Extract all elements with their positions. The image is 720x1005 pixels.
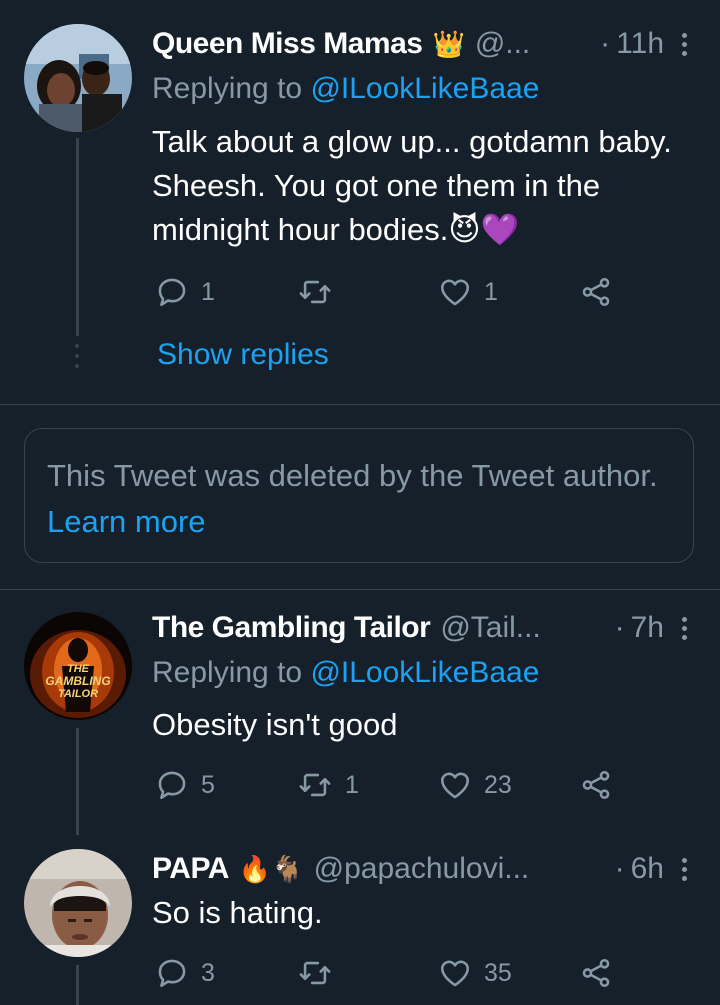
separator-dot: ·	[614, 852, 625, 885]
more-options-icon[interactable]	[676, 849, 692, 889]
tweet-text: Obesity isn't good	[152, 707, 398, 742]
divider	[0, 404, 720, 405]
retweet-icon	[299, 961, 331, 985]
retweet-count: 1	[345, 770, 359, 799]
like-button[interactable]: 35	[438, 953, 512, 993]
display-name[interactable]: Queen Miss Mamas	[152, 27, 423, 61]
reply-button[interactable]: 1	[155, 272, 215, 312]
thread-dots	[73, 344, 81, 374]
reply-button[interactable]: 3	[155, 953, 215, 993]
tweet-header: Queen Miss Mamas 👑 @... · 11h	[152, 24, 664, 64]
thread-line	[76, 138, 79, 336]
tweet-text: Talk about a glow up... gotdamn baby. Sh…	[152, 124, 672, 247]
avatar[interactable]	[24, 849, 132, 957]
timestamp[interactable]: 11h	[616, 27, 664, 61]
tweet-2[interactable]: THE GAMBLING TAILOR The Gambling Tailor …	[0, 590, 720, 835]
share-icon	[582, 277, 610, 307]
retweet-button[interactable]	[297, 272, 345, 312]
mention-link[interactable]: @ILookLikeBaae	[310, 72, 539, 105]
display-name[interactable]: The Gambling Tailor	[152, 611, 431, 645]
share-button[interactable]	[579, 953, 613, 993]
separator-dot: ·	[600, 27, 611, 60]
replying-to-label: Replying to	[152, 72, 303, 105]
avatar[interactable]	[24, 24, 132, 132]
thread-line	[76, 965, 79, 1005]
like-count: 23	[484, 770, 512, 799]
crown-emoji: 👑	[432, 28, 465, 59]
tweet-3[interactable]: PAPA 🔥🐐 @papachulovi... · 6h So is hatin…	[0, 835, 720, 1005]
reply-count: 5	[201, 770, 215, 799]
heart-icon	[440, 772, 470, 799]
more-options-icon[interactable]	[676, 24, 692, 64]
user-handle[interactable]: @Tail...	[440, 611, 540, 645]
heart-icon	[440, 279, 470, 306]
like-count: 35	[484, 958, 512, 987]
retweet-icon	[299, 773, 331, 797]
fire-goat-emoji: 🔥🐐	[238, 853, 304, 884]
share-icon	[582, 958, 610, 988]
replying-to: Replying to @ILookLikeBaae	[152, 72, 539, 106]
replying-to-label: Replying to	[152, 656, 303, 689]
reply-icon	[158, 959, 186, 988]
reply-count: 3	[201, 958, 215, 987]
share-button[interactable]	[579, 765, 613, 805]
reply-button[interactable]: 5	[155, 765, 215, 805]
user-handle[interactable]: @...	[475, 27, 530, 61]
user-handle[interactable]: @papachulovi...	[314, 852, 530, 886]
learn-more-link[interactable]: Learn more	[47, 504, 206, 539]
like-count: 1	[484, 277, 498, 306]
tweet-header: The Gambling Tailor @Tail... · 7h	[152, 608, 664, 648]
display-name[interactable]: PAPA	[152, 852, 229, 886]
like-button[interactable]: 1	[438, 272, 498, 312]
heart-icon	[440, 960, 470, 987]
separator-dot: ·	[614, 611, 625, 644]
thread-line	[76, 728, 79, 835]
tweet-actions: 1 1	[155, 272, 655, 312]
tweet-text: So is hating.	[152, 895, 323, 930]
tweet-header: PAPA 🔥🐐 @papachulovi... · 6h	[152, 849, 664, 889]
avatar[interactable]: THE GAMBLING TAILOR	[24, 612, 132, 720]
deleted-notice-text: This Tweet was deleted by the Tweet auth…	[47, 458, 658, 493]
mention-link[interactable]: @ILookLikeBaae	[310, 656, 539, 689]
svg-text:TAILOR: TAILOR	[58, 688, 98, 700]
more-options-icon[interactable]	[676, 608, 692, 648]
tweet-actions: 5 1 23	[155, 765, 655, 805]
reply-icon	[158, 278, 186, 307]
replying-to: Replying to @ILookLikeBaae	[152, 656, 539, 690]
reply-icon	[158, 771, 186, 800]
tweet-1[interactable]: Queen Miss Mamas 👑 @... · 11h Replying t…	[0, 0, 720, 400]
svg-text:GAMBLING: GAMBLING	[45, 674, 110, 688]
like-button[interactable]: 23	[438, 765, 512, 805]
timestamp[interactable]: 7h	[631, 611, 664, 645]
deleted-tweet-notice: This Tweet was deleted by the Tweet auth…	[24, 428, 694, 563]
timestamp[interactable]: 6h	[631, 852, 664, 886]
retweet-icon	[299, 280, 331, 304]
share-button[interactable]	[579, 272, 613, 312]
retweet-button[interactable]: 1	[297, 765, 359, 805]
show-replies-link[interactable]: Show replies	[157, 338, 329, 372]
retweet-button[interactable]	[297, 953, 345, 993]
tweet-actions: 3 35	[155, 953, 655, 993]
share-icon	[582, 770, 610, 800]
reply-count: 1	[201, 277, 215, 306]
